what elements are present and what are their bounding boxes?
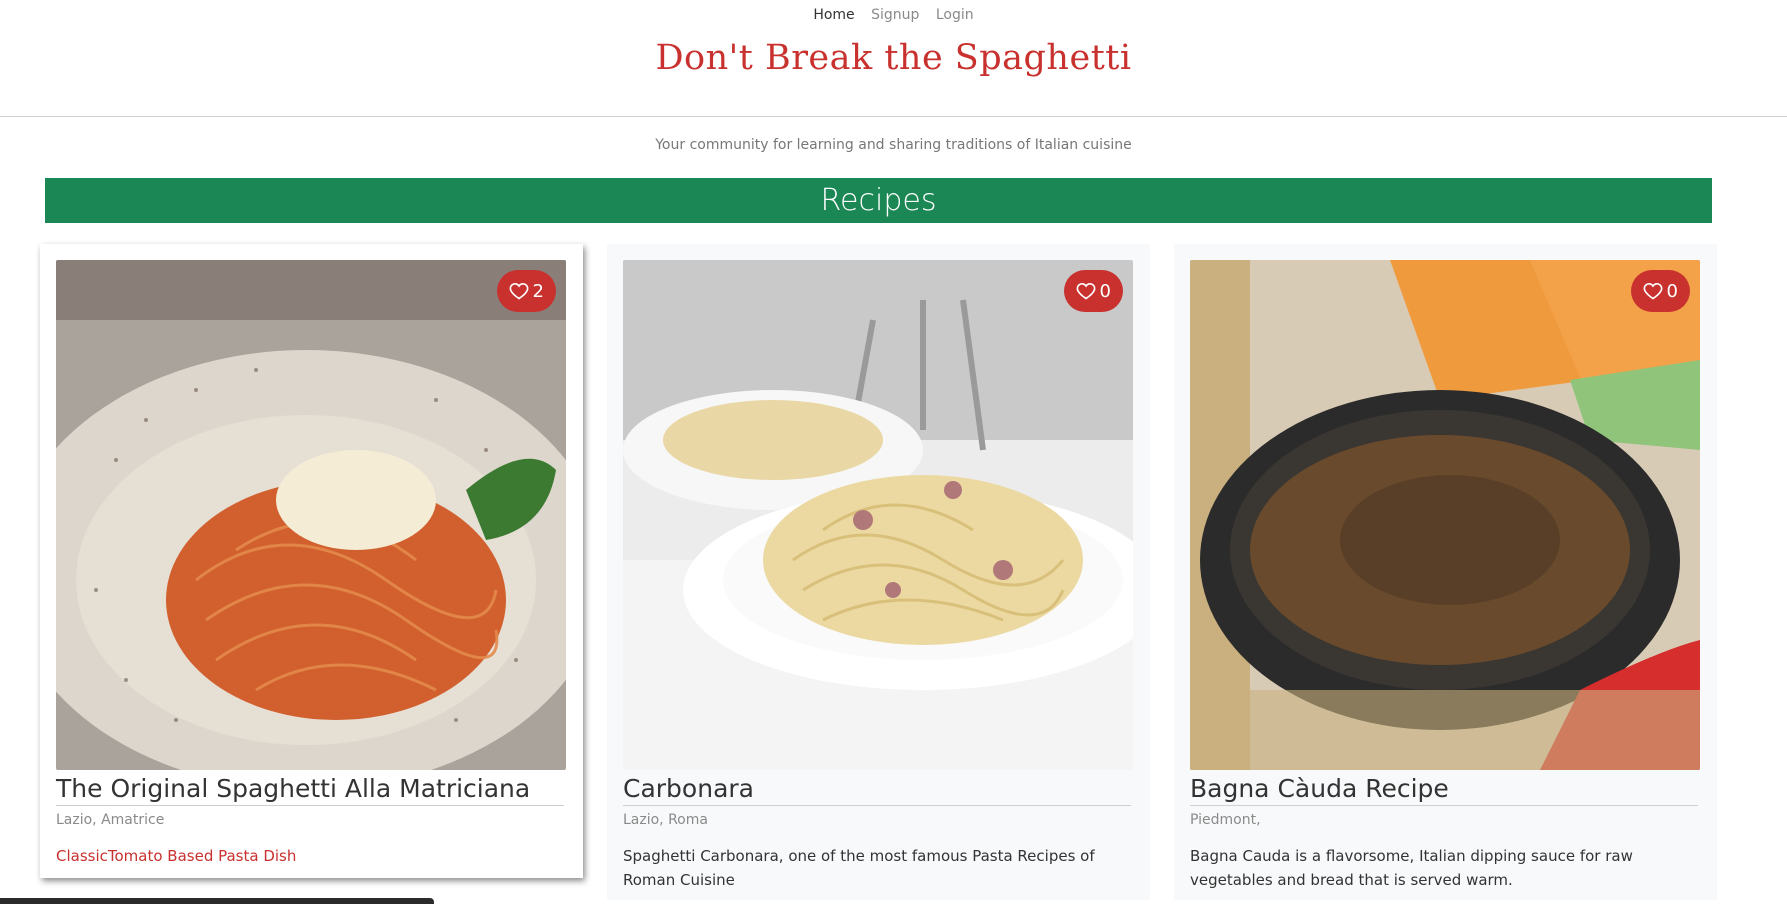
recipes-section-header: Recipes bbox=[45, 178, 1712, 223]
recipe-region: Piedmont, bbox=[1190, 812, 1261, 828]
recipe-image[interactable]: 0 bbox=[623, 260, 1133, 770]
like-count: 0 bbox=[1099, 280, 1111, 302]
heart-icon bbox=[1076, 282, 1095, 300]
recipe-image[interactable]: 0 bbox=[1190, 260, 1700, 770]
like-count: 2 bbox=[532, 280, 544, 302]
recipe-title[interactable]: Bagna Càuda Recipe bbox=[1190, 774, 1698, 806]
bagna-cauda-image bbox=[1190, 260, 1700, 770]
spaghetti-amatriciana-image bbox=[56, 260, 566, 770]
top-nav: Home Signup Login bbox=[0, 7, 1787, 23]
nav-signup-link[interactable]: Signup bbox=[871, 7, 919, 23]
heart-icon bbox=[1643, 282, 1662, 300]
recipe-region: Lazio, Roma bbox=[623, 812, 708, 828]
recipe-description: ClassicTomato Based Pasta Dish bbox=[56, 847, 297, 865]
heart-icon bbox=[509, 282, 528, 300]
like-button[interactable]: 0 bbox=[1630, 270, 1690, 312]
site-title[interactable]: Don't Break the Spaghetti bbox=[0, 38, 1787, 78]
like-button[interactable]: 2 bbox=[496, 270, 556, 312]
site-tagline: Your community for learning and sharing … bbox=[655, 137, 1132, 153]
nav-login-link[interactable]: Login bbox=[936, 7, 974, 23]
recipe-description: Bagna Cauda is a flavorsome, Italian dip… bbox=[1190, 847, 1633, 889]
browser-status-bar bbox=[0, 898, 434, 904]
recipe-region: Lazio, Amatrice bbox=[56, 812, 165, 828]
like-button[interactable]: 0 bbox=[1063, 270, 1123, 312]
section-title: Recipes bbox=[820, 183, 937, 218]
spaghetti-carbonara-image bbox=[623, 260, 1133, 770]
recipe-title[interactable]: The Original Spaghetti Alla Matriciana bbox=[56, 774, 564, 806]
nav-home-link[interactable]: Home bbox=[813, 7, 854, 23]
recipe-image[interactable]: 2 bbox=[56, 260, 566, 770]
recipe-title[interactable]: Carbonara bbox=[623, 774, 1131, 806]
recipe-description: Spaghetti Carbonara, one of the most fam… bbox=[623, 847, 1095, 889]
recipe-card[interactable]: 2 The Original Spaghetti Alla Matriciana… bbox=[40, 244, 583, 878]
recipe-card[interactable]: 0 Bagna Càuda Recipe Piedmont, Bagna Cau… bbox=[1174, 244, 1717, 900]
header-divider bbox=[0, 116, 1787, 117]
like-count: 0 bbox=[1666, 280, 1678, 302]
recipe-card[interactable]: 0 Carbonara Lazio, Roma Spaghetti Carbon… bbox=[607, 244, 1150, 900]
